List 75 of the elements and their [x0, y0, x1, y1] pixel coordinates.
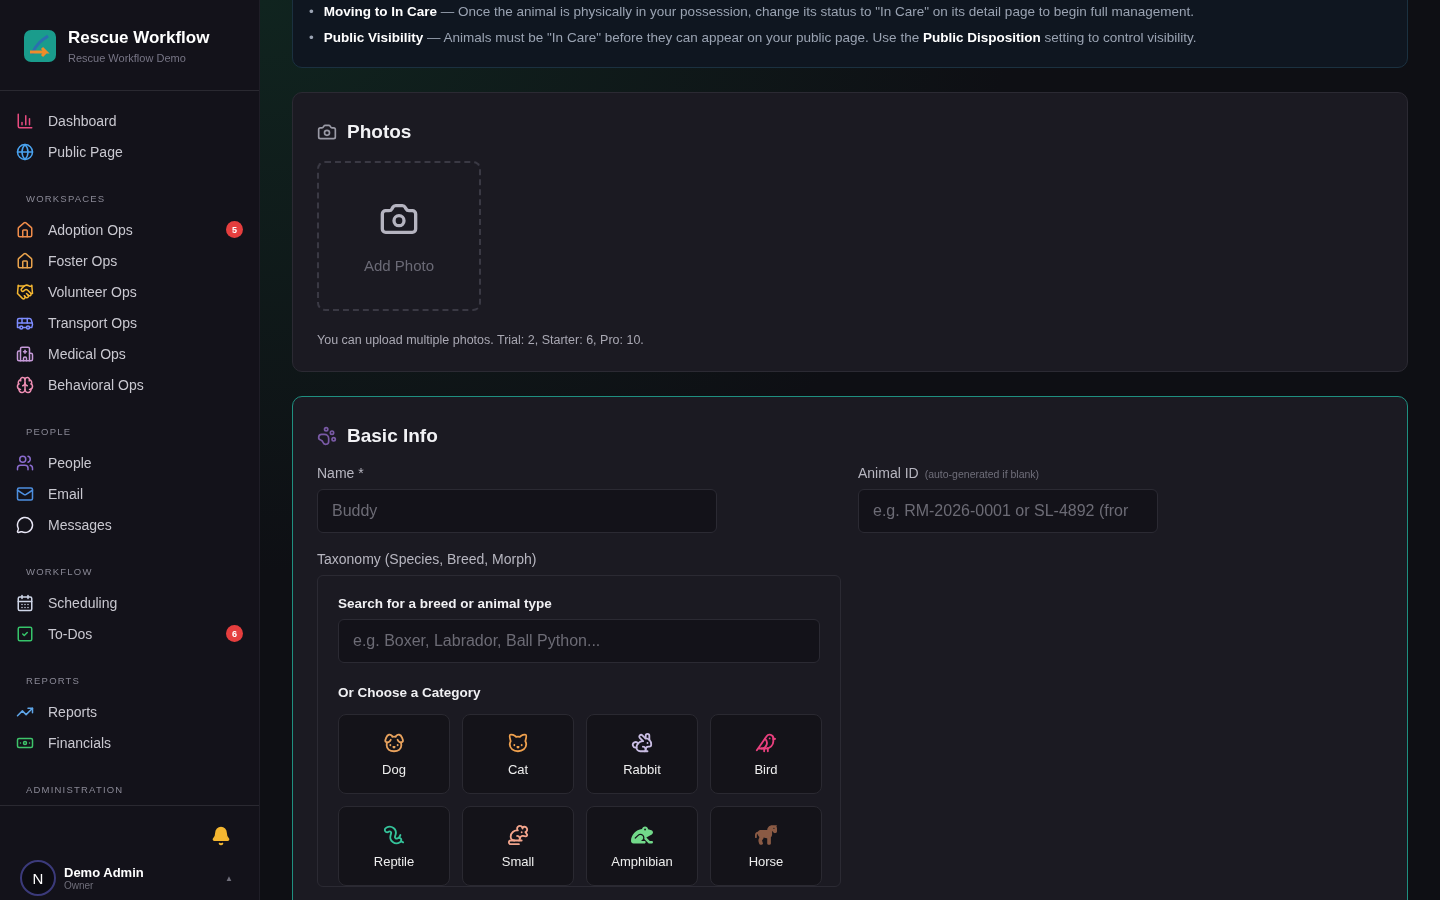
section-title: PEOPLE — [25, 425, 73, 439]
info-text: Moving to In Care — Once the animal is physically in your possession, change its status to "In Care" on its detail page to begin full management. — [323, 3, 1194, 21]
nav-item[interactable]: Financials — [12, 727, 247, 758]
brand-title: Rescue Workflow — [68, 28, 210, 48]
bird-icon — [755, 731, 777, 754]
category-tile[interactable]: Dog — [338, 714, 450, 794]
field-label: Taxonomy (Species, Breed, Morph) — [317, 551, 537, 567]
category-tile[interactable]: Small — [462, 806, 574, 886]
logo-icon — [24, 30, 56, 62]
field-note: (auto-generated if blank) — [924, 468, 1040, 480]
calendar-icon — [16, 593, 34, 612]
hospital-icon — [16, 344, 34, 363]
snake-icon — [383, 823, 405, 846]
paw-icon — [317, 426, 337, 446]
nav-item[interactable]: To-Dos 6 — [12, 618, 247, 649]
category-label: Or Choose a Category — [338, 685, 482, 700]
user-role: Owner — [64, 880, 95, 891]
field-label: Name * — [317, 465, 364, 481]
nav-item[interactable]: Dashboard — [12, 105, 247, 136]
nav-item[interactable]: Public Page — [12, 136, 247, 167]
handshake-icon — [16, 282, 34, 301]
checkbox-icon — [16, 624, 34, 643]
bullet-marker: • — [309, 3, 314, 21]
mail-icon — [16, 484, 34, 503]
avatar[interactable]: N — [20, 860, 56, 896]
category-tile[interactable]: Amphibian — [586, 806, 698, 886]
category-tile[interactable]: Cat — [462, 714, 574, 794]
bar-chart-icon — [16, 111, 34, 130]
cat-icon — [507, 731, 529, 754]
bell-icon[interactable] — [211, 826, 231, 846]
nav-item[interactable]: Reports — [12, 696, 247, 727]
nav-item[interactable]: Scheduling — [12, 587, 247, 618]
nav-item[interactable]: Adoption Ops 5 — [12, 214, 247, 245]
count-badge: 6 — [226, 625, 243, 642]
card-title: Basic Info — [347, 425, 438, 447]
nav-item[interactable]: People — [12, 447, 247, 478]
nav-item[interactable]: Foster Ops — [12, 245, 247, 276]
mouse-icon — [507, 823, 529, 846]
count-badge: 5 — [226, 221, 243, 238]
info-text: Public Visibility — Animals must be "In Care" before they can appear on your public page. Use the Public Disposition setting to control visibility. — [323, 29, 1197, 47]
house-icon — [16, 220, 34, 239]
section-title: ADMINISTRATION — [25, 783, 125, 797]
nav-item[interactable]: Behavioral Ops — [12, 369, 247, 400]
nav-item[interactable]: Messages — [12, 509, 247, 540]
name-field[interactable]: Buddy — [317, 489, 717, 533]
bullet-marker: • — [309, 29, 314, 47]
section-title: WORKFLOW — [25, 565, 94, 579]
brain-icon — [16, 375, 34, 394]
nav-item[interactable]: Volunteer Ops — [12, 276, 247, 307]
photo-hint: You can upload multiple photos. Trial: 2, Starter: 6, Pro: 10. — [317, 333, 645, 347]
brand-subtitle: Rescue Workflow Demo — [68, 52, 187, 64]
search-field[interactable]: e.g. Boxer, Labrador, Ball Python... — [338, 619, 820, 663]
camera-icon — [317, 122, 337, 142]
nav-item[interactable]: Email — [12, 478, 247, 509]
house-icon — [16, 251, 34, 270]
card-title: Photos — [347, 121, 412, 143]
category-tile[interactable]: Rabbit — [586, 714, 698, 794]
category-tile[interactable]: Horse — [710, 806, 822, 886]
section-title: REPORTS — [25, 674, 82, 688]
globe-icon — [16, 142, 34, 161]
rabbit-icon — [631, 731, 653, 754]
nav-item[interactable]: Transport Ops — [12, 307, 247, 338]
caret-icon[interactable]: ▲ — [225, 873, 239, 883]
search-label: Search for a breed or animal type — [338, 596, 553, 611]
horse-icon — [755, 823, 777, 846]
nav-item[interactable]: Medical Ops — [12, 338, 247, 369]
user-name: Demo Admin — [64, 865, 144, 880]
dog-icon — [383, 731, 405, 754]
chat-bubble-icon — [16, 515, 34, 534]
field-label: Animal ID — [858, 465, 919, 481]
category-tile[interactable]: Bird — [710, 714, 822, 794]
people-icon — [16, 453, 34, 472]
category-tile[interactable]: Reptile — [338, 806, 450, 886]
animal-id-field[interactable]: e.g. RM-2026-0001 or SL-4892 (fror — [858, 489, 1158, 533]
section-title: WORKSPACES — [25, 192, 107, 206]
